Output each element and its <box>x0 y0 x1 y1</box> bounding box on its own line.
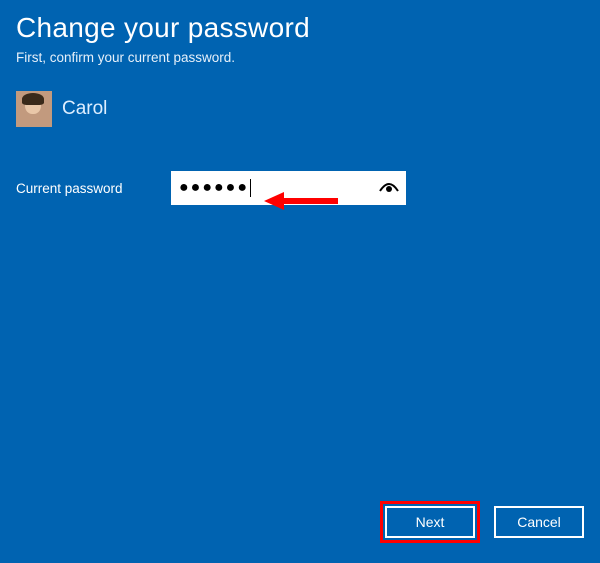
password-masked-value: ●●●●●● <box>179 180 249 196</box>
current-password-row: Current password ●●●●●● <box>16 171 584 205</box>
password-reveal-icon[interactable] <box>378 177 400 199</box>
next-button[interactable]: Next <box>385 506 475 538</box>
cancel-button[interactable]: Cancel <box>494 506 584 538</box>
page-subtitle: First, confirm your current password. <box>16 50 584 65</box>
avatar <box>16 91 52 127</box>
current-password-input[interactable]: ●●●●●● <box>171 171 406 205</box>
dialog-buttons: Next Cancel <box>380 501 584 543</box>
user-info: Carol <box>16 91 584 127</box>
current-password-label: Current password <box>16 181 171 196</box>
user-name: Carol <box>62 98 107 120</box>
page-title: Change your password <box>16 12 584 44</box>
next-button-highlight: Next <box>380 501 480 543</box>
text-cursor <box>250 179 251 197</box>
